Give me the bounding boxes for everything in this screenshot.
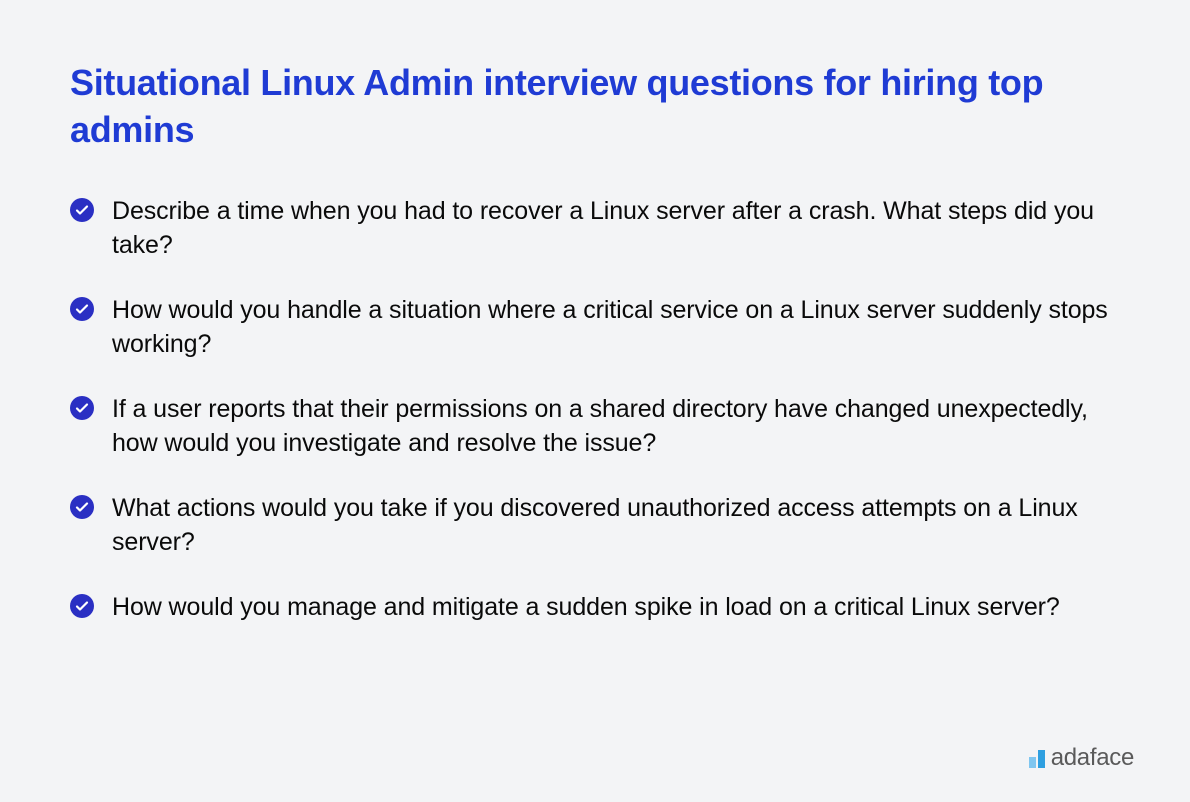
list-item: Describe a time when you had to recover … (70, 194, 1120, 263)
list-item: What actions would you take if you disco… (70, 491, 1120, 560)
page-title: Situational Linux Admin interview questi… (70, 60, 1120, 154)
check-icon (70, 594, 94, 618)
list-item: If a user reports that their permissions… (70, 392, 1120, 461)
question-text: What actions would you take if you disco… (112, 491, 1120, 560)
questions-list: Describe a time when you had to recover … (70, 194, 1120, 625)
logo-text: adaface (1051, 744, 1134, 772)
adaface-logo: adaface (1029, 744, 1134, 772)
question-text: If a user reports that their permissions… (112, 392, 1120, 461)
check-icon (70, 495, 94, 519)
question-text: Describe a time when you had to recover … (112, 194, 1120, 263)
list-item: How would you handle a situation where a… (70, 293, 1120, 362)
check-icon (70, 198, 94, 222)
check-icon (70, 297, 94, 321)
list-item: How would you manage and mitigate a sudd… (70, 590, 1120, 625)
question-text: How would you handle a situation where a… (112, 293, 1120, 362)
logo-bars-icon (1029, 750, 1045, 768)
check-icon (70, 396, 94, 420)
question-text: How would you manage and mitigate a sudd… (112, 590, 1060, 625)
